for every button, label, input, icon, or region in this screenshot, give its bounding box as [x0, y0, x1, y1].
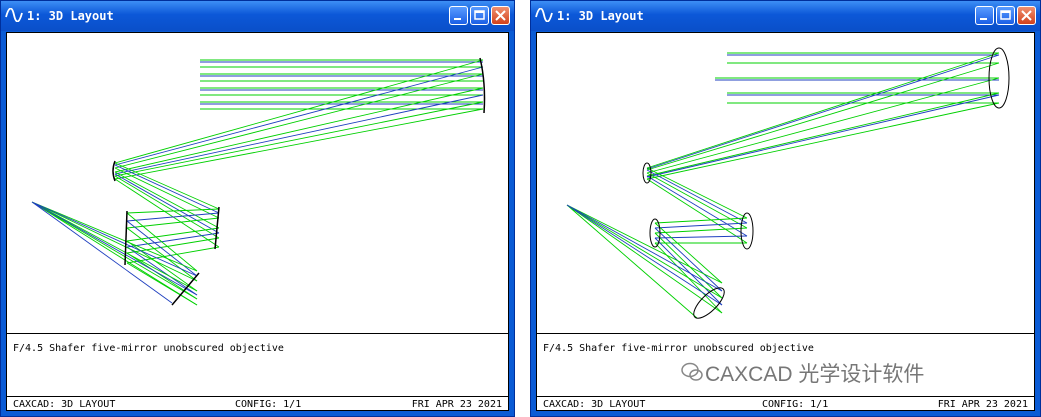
title-bar[interactable]: 1: 3D Layout [531, 1, 1040, 31]
window-title: 1: 3D Layout [557, 9, 644, 23]
window-title: 1: 3D Layout [27, 9, 114, 23]
divider [537, 396, 1034, 397]
close-button[interactable] [491, 6, 510, 25]
maximize-icon [1000, 10, 1011, 20]
close-icon [495, 10, 506, 21]
maximize-icon [474, 10, 485, 20]
status-config: CONFIG: 1/1 [235, 399, 302, 410]
watermark-text: CAXCAD 光学设计软件 [705, 363, 925, 386]
ray-bundle [31, 59, 484, 306]
maximize-button[interactable] [996, 6, 1015, 25]
status-date: FRI APR 23 2021 [937, 399, 1028, 410]
close-icon [1021, 10, 1032, 21]
status-config: CONFIG: 1/1 [762, 399, 829, 410]
minimize-icon [980, 18, 987, 20]
minimize-button[interactable] [975, 6, 994, 25]
title-bar[interactable]: 1: 3D Layout [1, 1, 514, 31]
divider [537, 333, 1034, 334]
status-left: CAXCAD: 3D LAYOUT [13, 399, 116, 410]
ray-trace-plot [566, 47, 1010, 319]
layout-canvas: F/4.5 Shafer five-mirror unobscured obje… [536, 32, 1035, 411]
layout-window-right: 1: 3D Layout F/4.5 Shafer five-mirror un… [530, 0, 1041, 417]
ray-bundle [566, 52, 1000, 319]
sine-wave-icon [535, 8, 553, 22]
system-description: F/4.5 Shafer five-mirror unobscured obje… [13, 343, 284, 354]
system-description: F/4.5 Shafer five-mirror unobscured obje… [543, 343, 814, 354]
maximize-button[interactable] [470, 6, 489, 25]
layout-canvas: F/4.5 Shafer five-mirror unobscured obje… [6, 32, 509, 411]
close-button[interactable] [1017, 6, 1036, 25]
ray-trace-plot [31, 57, 486, 306]
sine-wave-icon [5, 8, 23, 22]
mirror-elements [642, 47, 1010, 319]
minimize-icon [454, 18, 461, 20]
status-left: CAXCAD: 3D LAYOUT [543, 399, 646, 410]
divider [7, 396, 508, 397]
divider [7, 333, 508, 334]
wechat-icon [681, 362, 703, 381]
status-date: FRI APR 23 2021 [411, 399, 502, 410]
minimize-button[interactable] [449, 6, 468, 25]
layout-window-left: 1: 3D Layout F/4.5 Shafer five-mirror un… [0, 0, 515, 417]
